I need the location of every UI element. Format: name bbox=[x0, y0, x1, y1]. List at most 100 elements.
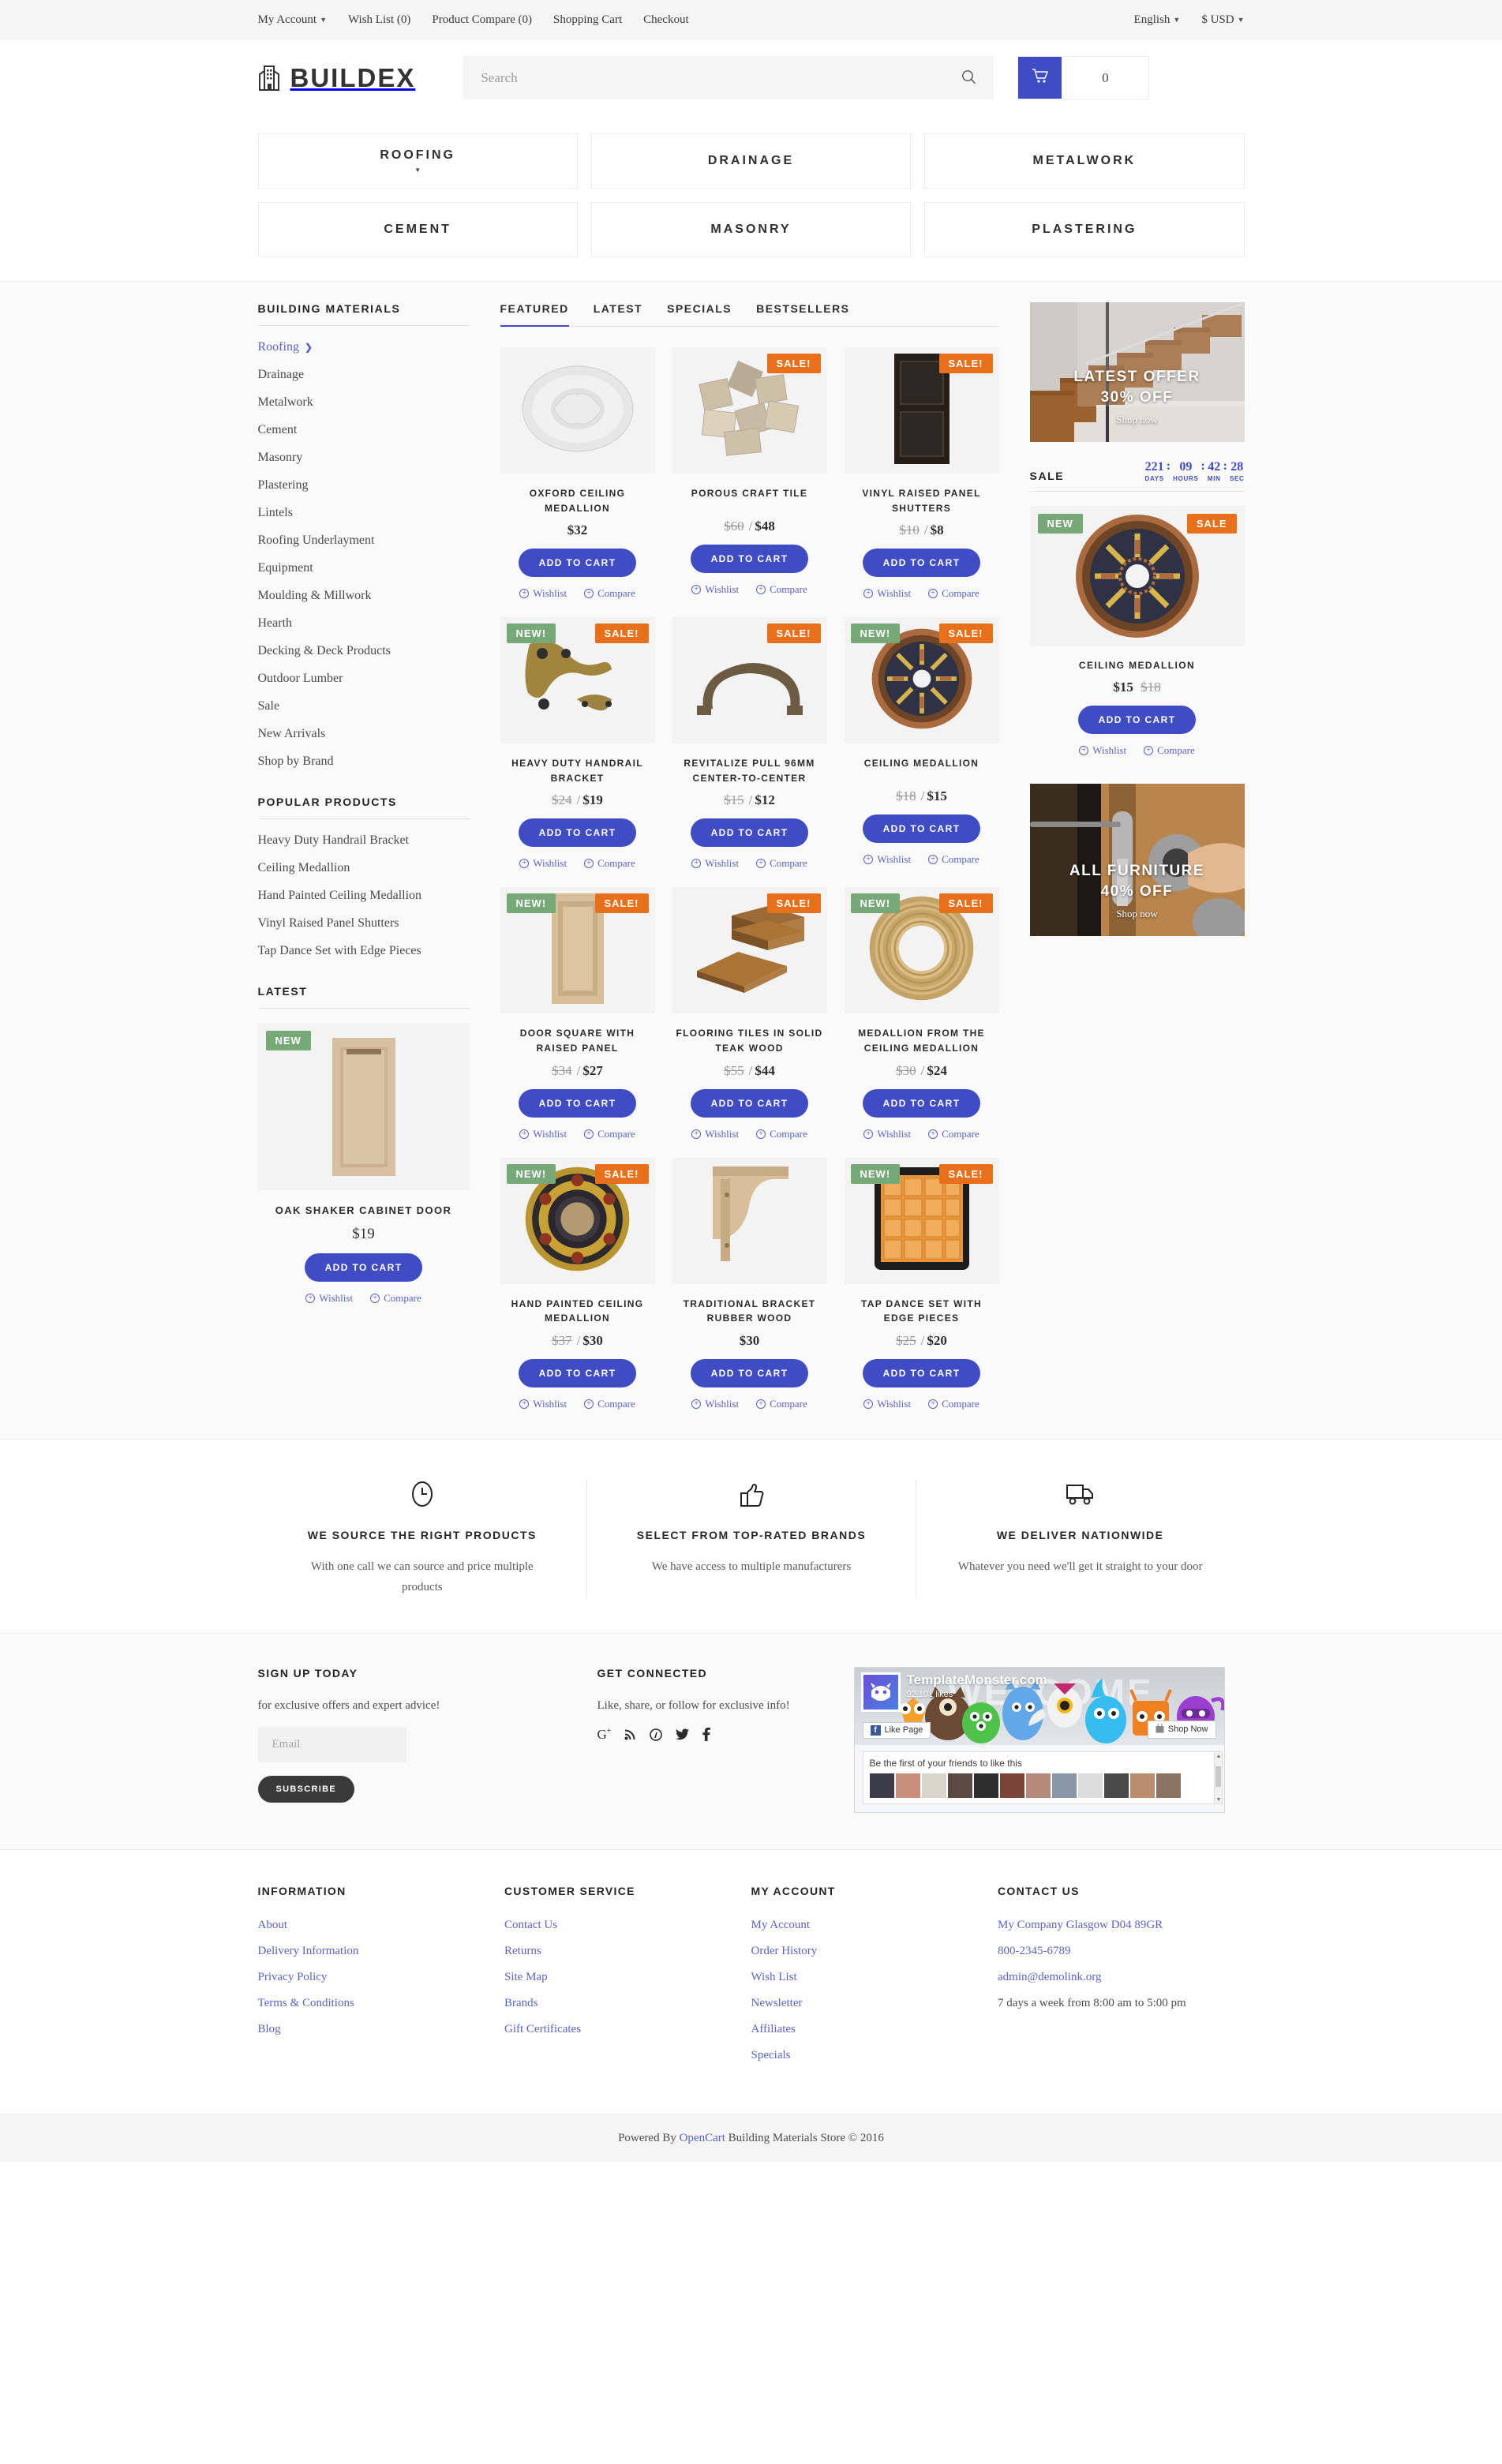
category-tile-drainage[interactable]: DRAINAGE bbox=[590, 133, 912, 189]
add-to-cart-button[interactable]: ADD TO CART bbox=[862, 1358, 981, 1387]
footer-link[interactable]: My Account bbox=[751, 1919, 811, 1931]
sidebar-item-plastering[interactable]: Plastering bbox=[258, 478, 309, 492]
wishlist-link[interactable]: + Wishlist bbox=[863, 587, 911, 600]
add-to-cart-button[interactable]: ADD TO CART bbox=[518, 818, 637, 848]
wishlist-link[interactable]: + Wishlist bbox=[519, 857, 567, 870]
sidebar-item-lintels[interactable]: Lintels bbox=[258, 506, 293, 519]
product-name[interactable]: DOOR SQUARE WITH RAISED PANEL bbox=[500, 1026, 655, 1055]
tab-latest[interactable]: LATEST bbox=[594, 302, 642, 327]
sidebar-item-roofing[interactable]: Roofing ❯ bbox=[258, 340, 313, 354]
product-name[interactable]: OXFORD CEILING MEDALLION bbox=[500, 486, 655, 515]
sidebar-item-shop-by-brand[interactable]: Shop by Brand bbox=[258, 755, 334, 768]
product-image[interactable]: NEW! SALE! bbox=[844, 887, 999, 1014]
footer-link[interactable]: Order History bbox=[751, 1945, 818, 1957]
google-plus-icon[interactable]: G + bbox=[597, 1727, 612, 1743]
compare-link[interactable]: + Compare bbox=[584, 587, 635, 600]
popular-product-link[interactable]: Heavy Duty Handrail Bracket bbox=[258, 833, 409, 847]
wishlist-link[interactable]: + Wishlist bbox=[691, 583, 739, 596]
product-name[interactable]: HAND PAINTED CEILING MEDALLION bbox=[500, 1297, 655, 1326]
sidebar-item-equipment[interactable]: Equipment bbox=[258, 561, 313, 575]
footer-link[interactable]: Newsletter bbox=[751, 1997, 803, 2009]
wishlist-link[interactable]: + Wishlist bbox=[1079, 744, 1126, 757]
cart-count[interactable]: 0 bbox=[1062, 57, 1149, 99]
product-name[interactable]: REVITALIZE PULL 96MM CENTER-TO-CENTER bbox=[672, 756, 827, 785]
currency-selector[interactable]: $ USD ▼ bbox=[1201, 13, 1244, 27]
wishlist-link[interactable]: + Wishlist bbox=[519, 587, 567, 600]
product-image[interactable]: NEW! SALE! bbox=[500, 887, 655, 1014]
footer-link[interactable]: Delivery Information bbox=[258, 1945, 359, 1957]
popular-product-link[interactable]: Hand Painted Ceiling Medallion bbox=[258, 889, 422, 902]
footer-link[interactable]: Wish List bbox=[751, 1971, 797, 1983]
footer-link[interactable]: Specials bbox=[751, 2049, 791, 2061]
sidebar-item-decking-deck-products[interactable]: Decking & Deck Products bbox=[258, 644, 391, 657]
scrollbar-thumb[interactable] bbox=[1215, 1766, 1221, 1787]
rss-icon[interactable] bbox=[624, 1728, 636, 1740]
sidebar-item-drainage[interactable]: Drainage bbox=[258, 368, 305, 381]
product-name[interactable]: CEILING MEDALLION bbox=[845, 756, 999, 781]
category-tile-plastering[interactable]: PLASTERING bbox=[924, 202, 1245, 257]
sidebar-item-metalwork[interactable]: Metalwork bbox=[258, 395, 313, 409]
topbar-link-checkout[interactable]: Checkout bbox=[643, 13, 689, 27]
email-field[interactable] bbox=[257, 1726, 406, 1762]
wishlist-link[interactable]: + Wishlist bbox=[863, 853, 911, 866]
contact-phone[interactable]: 800-2345-6789 bbox=[998, 1945, 1071, 1957]
sidebar-item-masonry[interactable]: Masonry bbox=[258, 451, 303, 464]
sidebar-item-cement[interactable]: Cement bbox=[258, 423, 298, 436]
tab-bestsellers[interactable]: BESTSELLERS bbox=[756, 302, 849, 327]
chevron-down-icon[interactable]: ▼ bbox=[1216, 1796, 1222, 1803]
wishlist-link[interactable]: + Wishlist bbox=[305, 1292, 353, 1305]
facebook-page-widget[interactable]: WELCOME TemplateMonster.com 92,101 likes… bbox=[853, 1666, 1225, 1813]
footer-link[interactable]: Brands bbox=[504, 1997, 538, 2009]
compare-link[interactable]: + Compare bbox=[1144, 744, 1195, 757]
topbar-link-shopping-cart[interactable]: Shopping Cart bbox=[553, 13, 622, 27]
sidebar-item-sale[interactable]: Sale bbox=[258, 699, 280, 713]
compare-link[interactable]: + Compare bbox=[584, 1128, 635, 1140]
wishlist-link[interactable]: + Wishlist bbox=[691, 1398, 739, 1410]
product-image[interactable] bbox=[500, 347, 655, 474]
compare-link[interactable]: + Compare bbox=[584, 1398, 635, 1410]
compare-link[interactable]: + Compare bbox=[756, 857, 807, 870]
add-to-cart-button[interactable]: ADD TO CART bbox=[690, 818, 809, 848]
subscribe-button[interactable]: SUBSCRIBE bbox=[257, 1775, 354, 1803]
product-image[interactable]: NEW! SALE! bbox=[500, 617, 655, 744]
footer-link[interactable]: Affiliates bbox=[751, 2023, 796, 2035]
product-name[interactable]: HEAVY DUTY HANDRAIL BRACKET bbox=[500, 756, 655, 785]
footer-link[interactable]: About bbox=[258, 1919, 288, 1931]
wishlist-link[interactable]: + Wishlist bbox=[519, 1128, 567, 1140]
contact-address[interactable]: My Company Glasgow D04 89GR bbox=[998, 1919, 1163, 1931]
product-name[interactable]: FLOORING TILES IN SOLID TEAK WOOD bbox=[672, 1026, 827, 1055]
product-name[interactable]: POROUS CRAFT TILE bbox=[672, 486, 827, 511]
cart-button[interactable] bbox=[1018, 57, 1062, 99]
product-image[interactable]: NEW! SALE! bbox=[844, 617, 999, 744]
popular-product-link[interactable]: Vinyl Raised Panel Shutters bbox=[258, 916, 399, 930]
latest-product-image[interactable]: NEW bbox=[257, 1023, 470, 1190]
wishlist-link[interactable]: + Wishlist bbox=[691, 1128, 739, 1140]
compare-link[interactable]: + Compare bbox=[928, 587, 979, 600]
add-to-cart-button[interactable]: ADD TO CART bbox=[690, 545, 809, 573]
sidebar-item-moulding-millwork[interactable]: Moulding & Millwork bbox=[258, 589, 372, 602]
footer-link[interactable]: Gift Certificates bbox=[504, 2023, 581, 2035]
popular-product-link[interactable]: Tap Dance Set with Edge Pieces bbox=[258, 944, 421, 957]
fb-scrollbar[interactable]: ▲ ▼ bbox=[1213, 1751, 1223, 1804]
site-logo[interactable]: BUILDEX bbox=[258, 63, 416, 93]
category-tile-metalwork[interactable]: METALWORK bbox=[924, 133, 1245, 189]
category-tile-cement[interactable]: CEMENT bbox=[257, 202, 578, 257]
product-image[interactable]: SALE! bbox=[672, 887, 827, 1014]
banner-cta[interactable]: Shop now bbox=[1030, 414, 1245, 426]
search-input[interactable] bbox=[481, 69, 962, 86]
product-name[interactable]: TRADITIONAL BRACKET RUBBER WOOD bbox=[672, 1297, 827, 1326]
tab-featured[interactable]: FEATURED bbox=[500, 302, 569, 327]
product-name[interactable]: VINYL RAISED PANEL SHUTTERS bbox=[845, 486, 999, 515]
wishlist-link[interactable]: + Wishlist bbox=[863, 1398, 911, 1410]
footer-link[interactable]: Site Map bbox=[504, 1971, 548, 1983]
fb-like-button[interactable]: f Like Page bbox=[862, 1721, 931, 1739]
opencart-link[interactable]: OpenCart bbox=[680, 2132, 725, 2144]
footer-link[interactable]: Contact Us bbox=[504, 1919, 557, 1931]
add-to-cart-button[interactable]: ADD TO CART bbox=[862, 549, 981, 578]
compare-link[interactable]: + Compare bbox=[928, 853, 979, 866]
wishlist-link[interactable]: + Wishlist bbox=[863, 1128, 911, 1140]
wishlist-link[interactable]: + Wishlist bbox=[519, 1398, 567, 1410]
add-to-cart-button[interactable]: ADD TO CART bbox=[862, 1088, 981, 1118]
wishlist-link[interactable]: + Wishlist bbox=[691, 857, 739, 870]
banner-latest-offer[interactable]: LATEST OFFER 30% OFF Shop now bbox=[1029, 302, 1245, 442]
